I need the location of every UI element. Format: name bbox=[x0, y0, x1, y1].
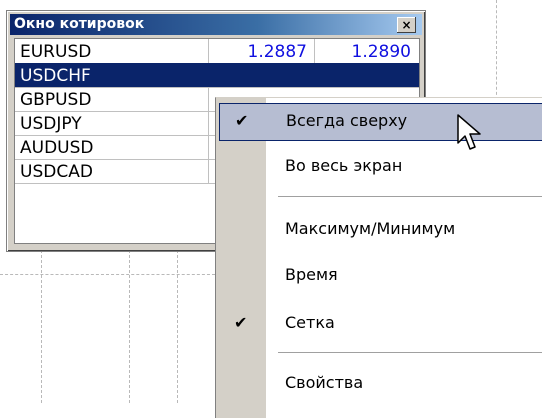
menu-item-properties[interactable]: Свойства bbox=[216, 365, 542, 403]
quote-row-eurusd[interactable]: EURUSD 1.2887 1.2890 bbox=[15, 39, 419, 64]
menu-item-label: Во весь экран bbox=[285, 156, 403, 175]
symbol-cell: USDCAD bbox=[20, 162, 93, 182]
context-menu: ✔ Всегда сверху Во весь экран Максимум/М… bbox=[215, 97, 542, 418]
quotes-window-titlebar[interactable]: Окно котировок × bbox=[10, 14, 422, 35]
close-icon: × bbox=[401, 18, 412, 32]
menu-item-label: Максимум/Минимум bbox=[285, 219, 456, 238]
close-button[interactable]: × bbox=[397, 17, 416, 33]
menu-separator bbox=[278, 196, 542, 197]
quote-row-usdchf[interactable]: USDCHF bbox=[15, 63, 419, 88]
column-divider bbox=[208, 135, 209, 159]
grid-vline bbox=[129, 250, 130, 403]
menu-item-grid[interactable]: ✔ Сетка bbox=[216, 305, 542, 343]
checkmark-icon: ✔ bbox=[234, 313, 248, 332]
grid-vline bbox=[177, 250, 178, 403]
column-divider bbox=[208, 111, 209, 135]
menu-item-label: Свойства bbox=[285, 373, 364, 392]
ask-cell: 1.2890 bbox=[351, 42, 411, 62]
arrow-pointer-icon bbox=[457, 114, 481, 150]
menu-separator bbox=[278, 352, 542, 353]
column-divider bbox=[208, 87, 209, 111]
menu-item-label: Время bbox=[285, 265, 338, 284]
menu-item-fullscreen[interactable]: Во весь экран bbox=[216, 148, 542, 186]
column-divider bbox=[208, 159, 209, 183]
menu-item-always-on-top[interactable]: ✔ Всегда сверху bbox=[219, 103, 542, 141]
quotes-window-title: Окно котировок bbox=[14, 16, 145, 32]
grid-hline bbox=[0, 274, 215, 275]
symbol-cell: GBPUSD bbox=[20, 90, 92, 110]
symbol-cell: AUDUSD bbox=[20, 138, 94, 158]
menu-item-label: Сетка bbox=[285, 313, 335, 332]
menu-item-time[interactable]: Время bbox=[216, 257, 542, 295]
grid-vline bbox=[41, 250, 42, 403]
menu-item-high-low[interactable]: Максимум/Минимум bbox=[216, 211, 542, 249]
menu-item-label: Всегда сверху bbox=[286, 111, 408, 130]
checkmark-icon: ✔ bbox=[235, 111, 249, 130]
symbol-cell: USDCHF bbox=[20, 66, 91, 86]
symbol-cell: EURUSD bbox=[20, 42, 92, 62]
grid-vline bbox=[496, 0, 497, 100]
symbol-cell: USDJPY bbox=[20, 114, 82, 134]
bid-cell: 1.2887 bbox=[247, 42, 307, 62]
